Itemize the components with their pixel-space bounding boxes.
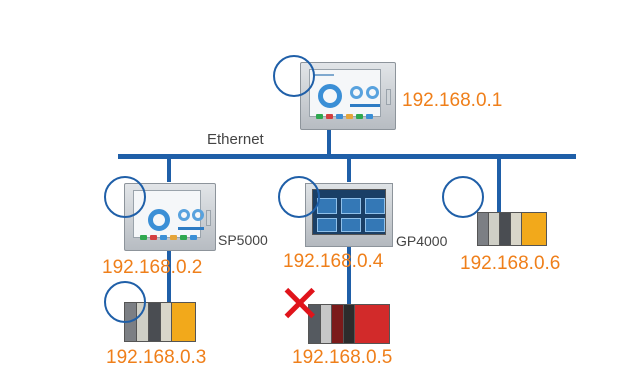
panel-button <box>366 114 373 119</box>
screen-tile <box>365 218 385 232</box>
highlight-circle <box>273 55 315 97</box>
ip-gp4000: 192.168.0.4 <box>283 251 384 272</box>
screen-tile <box>341 218 361 232</box>
gauge-icon <box>318 84 342 108</box>
screen-tile <box>317 198 337 214</box>
gauge-icon <box>148 209 170 231</box>
panel-button <box>180 235 187 240</box>
drop-line-top <box>327 128 331 156</box>
panel-button <box>190 235 197 240</box>
screen-tile <box>317 218 337 232</box>
panel-button <box>346 114 353 119</box>
indicator-bar <box>350 104 380 107</box>
gp4000-screen <box>312 189 386 235</box>
panel-handle <box>206 210 211 227</box>
ip-hmi-top: 192.168.0.1 <box>402 90 503 111</box>
plc-right-device[interactable] <box>477 212 547 246</box>
disconnected-x-icon: ✕ <box>278 275 322 335</box>
plc-module <box>354 304 390 344</box>
panel-button <box>150 235 157 240</box>
gauge-icon <box>178 209 190 221</box>
ip-plc-left: 192.168.0.3 <box>106 347 207 368</box>
hmi-top-screen <box>309 69 381 119</box>
panel-button <box>316 114 323 119</box>
highlight-circle <box>278 176 320 218</box>
highlight-circle <box>442 176 484 218</box>
gauge-icon <box>192 209 204 221</box>
highlight-circle <box>104 176 146 218</box>
panel-button <box>356 114 363 119</box>
indicator-bar <box>314 74 334 76</box>
panel-button <box>170 235 177 240</box>
ip-sp5000: 192.168.0.2 <box>102 257 203 278</box>
highlight-circle <box>104 281 146 323</box>
screen-tile <box>365 198 385 214</box>
drop-line-sp5000 <box>167 158 171 182</box>
panel-button <box>336 114 343 119</box>
ip-plc-red: 192.168.0.5 <box>292 347 393 368</box>
drop-line-gp4000 <box>347 158 351 182</box>
plc-module <box>171 302 196 342</box>
screen-tile <box>341 198 361 214</box>
gauge-icon <box>350 86 363 99</box>
panel-button <box>140 235 147 240</box>
ip-plc-right: 192.168.0.6 <box>460 253 561 274</box>
drop-line-plc-right <box>497 158 501 214</box>
panel-handle <box>386 89 391 106</box>
indicator-bar <box>178 227 204 230</box>
panel-button <box>160 235 167 240</box>
ethernet-label: Ethernet <box>207 131 264 148</box>
gp4000-label: GP4000 <box>396 233 448 249</box>
sp5000-label: SP5000 <box>218 232 268 248</box>
gauge-icon <box>366 86 379 99</box>
plc-module <box>521 212 547 246</box>
panel-button <box>326 114 333 119</box>
